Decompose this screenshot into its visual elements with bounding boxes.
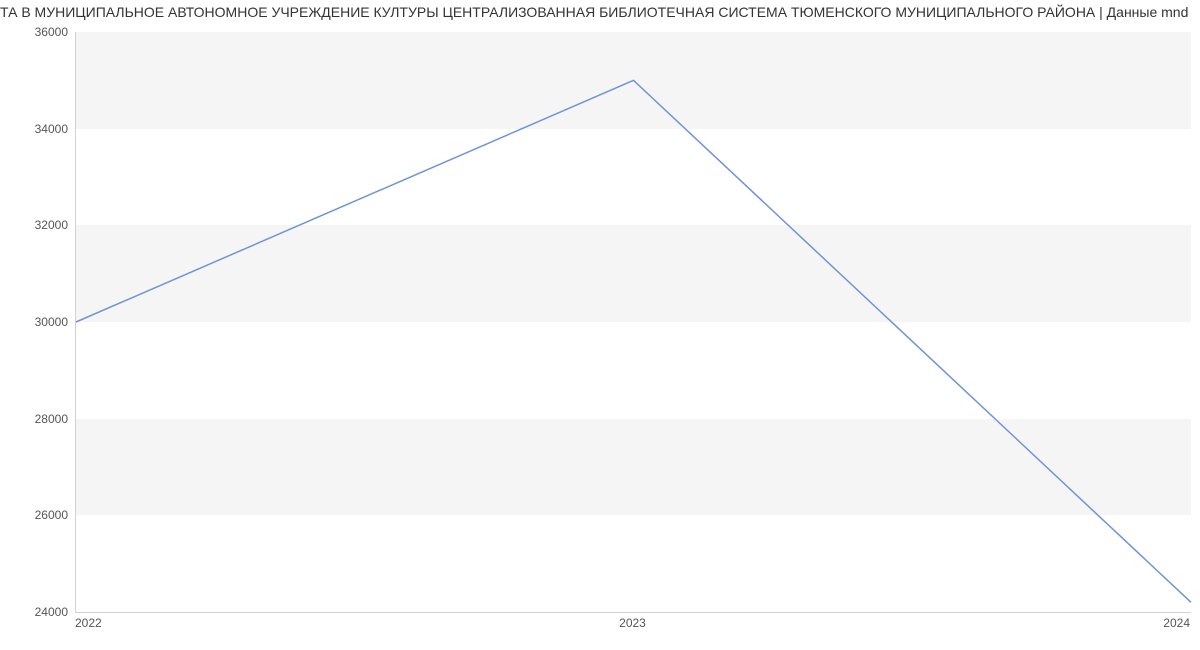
x-tick-label: 2023 (619, 616, 646, 630)
plot-area (75, 32, 1191, 613)
y-tick-label: 30000 (8, 315, 68, 329)
chart-title: ТА В МУНИЦИПАЛЬНОЕ АВТОНОМНОЕ УЧРЕЖДЕНИЕ… (0, 4, 1200, 20)
y-tick-label: 24000 (8, 605, 68, 619)
y-tick-label: 34000 (8, 122, 68, 136)
line-series (76, 32, 1191, 612)
y-tick-label: 36000 (8, 25, 68, 39)
y-tick-label: 28000 (8, 412, 68, 426)
y-tick-label: 26000 (8, 508, 68, 522)
x-tick-label: 2024 (1163, 616, 1190, 630)
y-tick-label: 32000 (8, 218, 68, 232)
x-tick-label: 2022 (75, 616, 102, 630)
